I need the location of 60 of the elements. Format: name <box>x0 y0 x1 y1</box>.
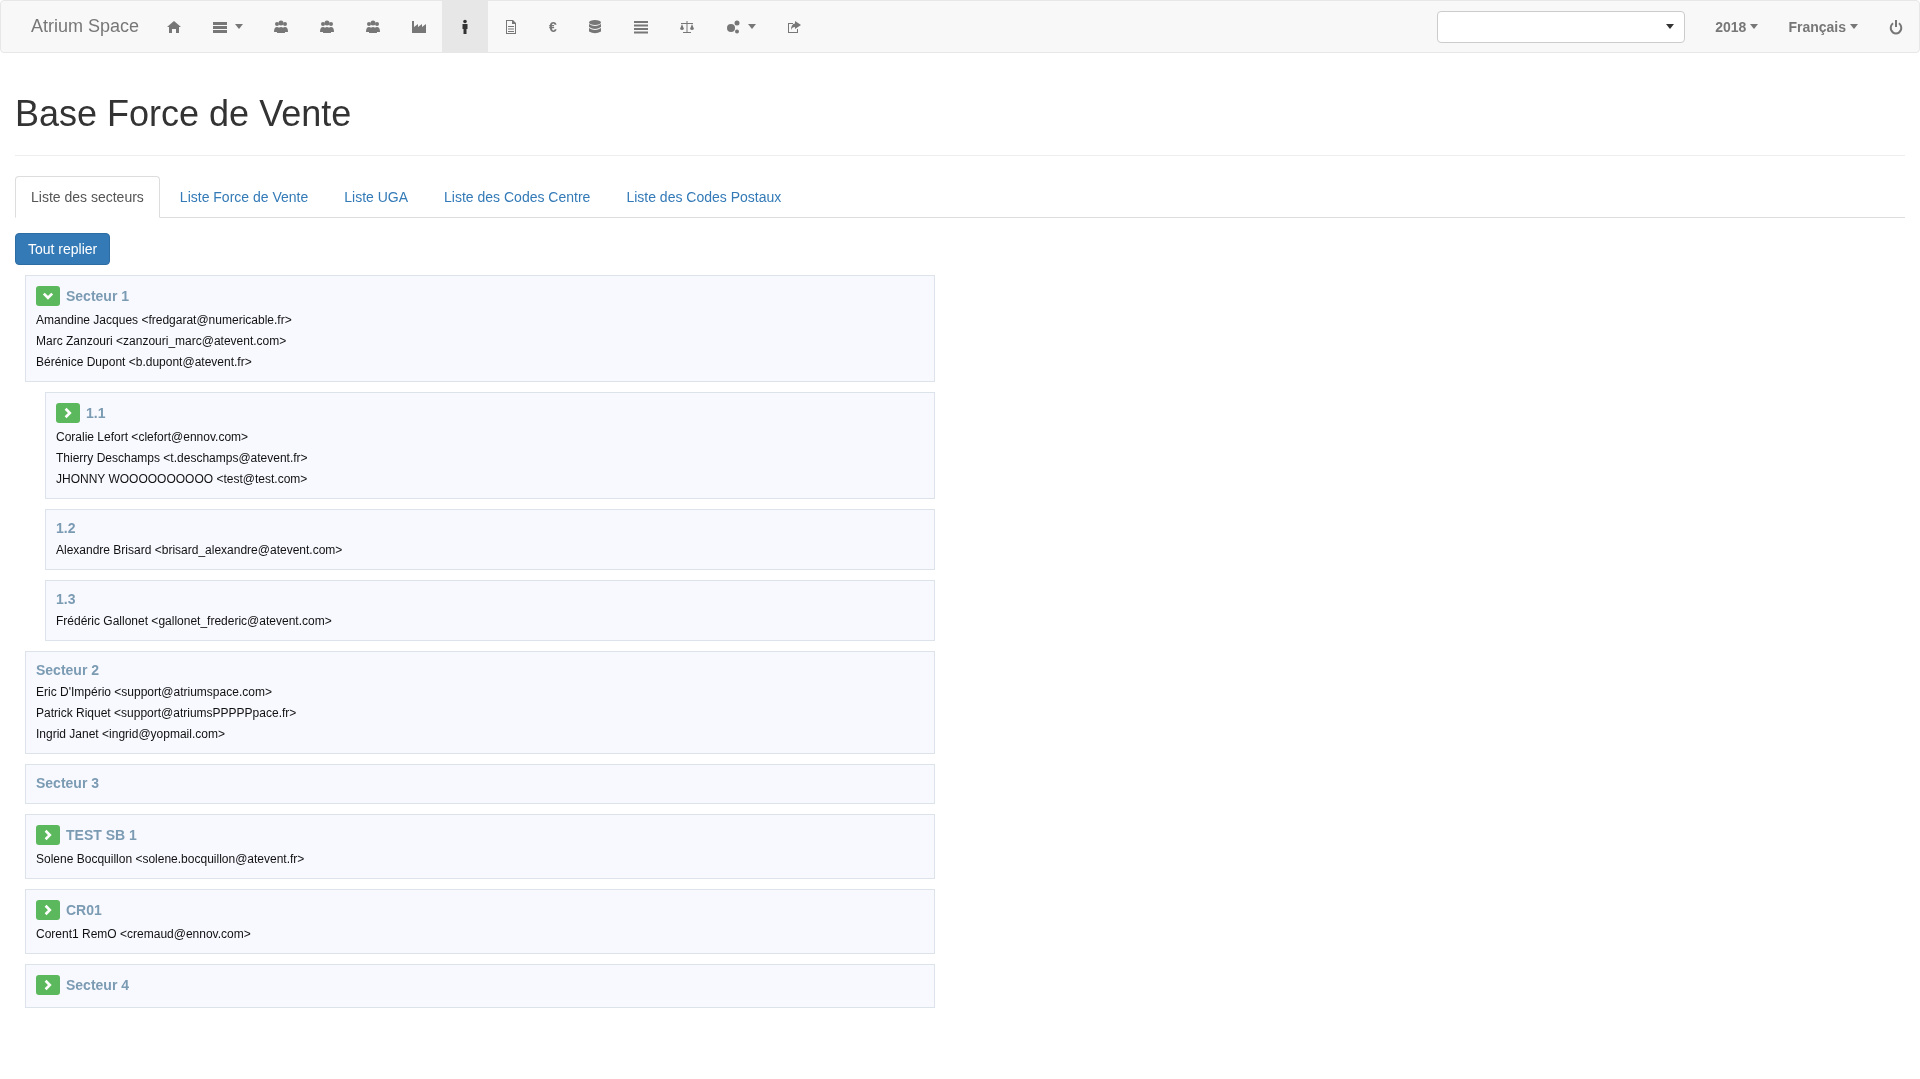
toggle-button[interactable] <box>36 975 60 995</box>
sector-name[interactable]: Secteur 4 <box>66 977 130 993</box>
users-icon <box>365 18 382 35</box>
toggle-button[interactable] <box>36 900 60 920</box>
member-entry: Coralie Lefort <clefort@ennov.com> <box>56 429 250 446</box>
chevron-down-icon <box>42 290 54 302</box>
home-icon <box>166 18 183 35</box>
select-field[interactable] <box>1437 10 1686 43</box>
sector-name[interactable]: 1.2 <box>56 520 76 536</box>
power-icon <box>1888 18 1904 35</box>
caret-icon <box>747 24 756 29</box>
chevron-right-icon <box>42 829 54 841</box>
member-entry: Amandine Jacques <fredgarat@numericable.fr> <box>36 312 293 329</box>
users-icon <box>273 18 290 35</box>
caret-icon <box>1850 24 1858 29</box>
page-title: Base Force de Vente <box>15 93 1905 156</box>
bars-icon <box>632 18 649 35</box>
database-icon <box>586 18 603 35</box>
sector-name[interactable]: Secteur 2 <box>36 662 100 678</box>
caret-icon <box>1666 24 1675 29</box>
person-nav-item[interactable] <box>442 1 489 52</box>
toggle-button[interactable] <box>56 403 80 423</box>
member-entry: Thierry Deschamps <t.deschamps@atevent.fr> <box>56 450 309 467</box>
scale-icon <box>678 18 695 35</box>
toggle-button[interactable] <box>36 825 60 845</box>
member-entry: JHONNY WOOOOOOOOOO <test@test.com> <box>56 471 309 488</box>
sector-name[interactable]: 1.1 <box>86 405 106 421</box>
sector-name[interactable]: Secteur 3 <box>36 775 100 791</box>
member-entry: Bérénice Dupont <b.dupont@atevent.fr> <box>36 354 253 371</box>
sector-name[interactable]: TEST SB 1 <box>66 827 137 843</box>
member-entry: Frédéric Gallonet <gallonet_frederic@atevent.com> <box>56 613 333 630</box>
toggle-button[interactable] <box>36 286 60 306</box>
sector-name[interactable]: 1.3 <box>56 591 76 607</box>
member-entry: Eric D'Império <support@atriumspace.com> <box>36 684 273 701</box>
member-entry: Marc Zanzouri <zanzouri_marc@atevent.com> <box>36 333 288 350</box>
member-entry: Alexandre Brisard <brisard_alexandre@atevent.com> <box>56 542 344 559</box>
collapse-all-button[interactable]: Tout replier <box>15 233 111 265</box>
share-icon <box>785 18 802 35</box>
member-entry: Ingrid Janet <ingrid@yopmail.com> <box>36 726 226 743</box>
chevron-right-icon <box>62 407 74 419</box>
caret-icon <box>1750 24 1759 29</box>
tab[interactable]: Liste Force de Vente <box>163 176 325 218</box>
euro-nav-item[interactable]: € <box>534 1 572 52</box>
chevron-right-icon <box>42 904 54 916</box>
tab[interactable]: Liste des Codes Centre <box>428 176 607 218</box>
factory-icon <box>411 18 428 35</box>
year-dropdown[interactable]: 2018 <box>1700 18 1774 35</box>
tab[interactable]: Liste des secteurs <box>15 176 160 218</box>
brand-link[interactable]: Atrium Space <box>31 16 152 37</box>
tab[interactable]: Liste UGA <box>328 176 425 218</box>
language-dropdown[interactable]: Français <box>1773 18 1873 35</box>
tab[interactable]: Liste des Codes Postaux <box>610 176 798 218</box>
member-entry: Patrick Riquet <support@atriumsPPPPPpace.fr> <box>36 705 298 722</box>
member-entry: Solene Bocquillon <solene.bocquillon@atevent.fr> <box>36 851 306 868</box>
users-icon <box>319 18 336 35</box>
caret-icon <box>235 24 244 29</box>
chevron-right-icon <box>42 979 54 991</box>
sector-name[interactable]: Secteur 1 <box>66 288 130 304</box>
sector-name[interactable]: CR01 <box>66 902 102 918</box>
member-entry: Corent1 RemO <cremaud@ennov.com> <box>36 926 252 943</box>
